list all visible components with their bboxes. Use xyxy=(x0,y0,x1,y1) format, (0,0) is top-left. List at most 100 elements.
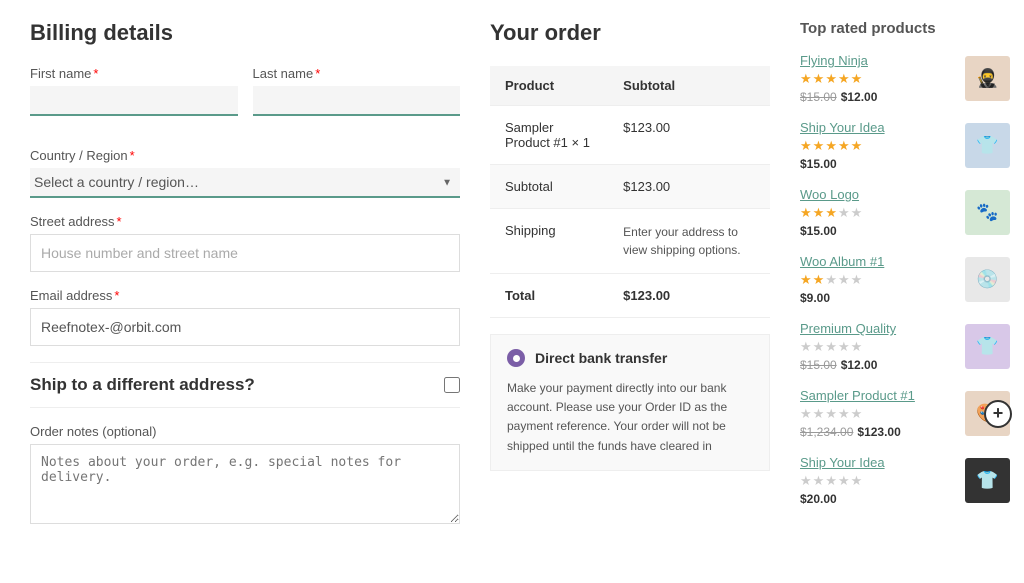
star-icon: ★ xyxy=(800,339,813,354)
product-link[interactable]: Woo Album #1 xyxy=(800,254,955,269)
price-new: $123.00 xyxy=(857,425,900,439)
price-old: $15.00 xyxy=(800,90,837,104)
product-price: $9.00 xyxy=(800,291,955,305)
product-link[interactable]: Ship Your Idea xyxy=(800,120,955,135)
price-new: $20.00 xyxy=(800,492,837,506)
last-name-input[interactable] xyxy=(253,86,461,116)
star-icon: ★ xyxy=(825,473,838,488)
sidebar-title: Top rated products xyxy=(800,20,1010,37)
order-shipping-row: Shipping Enter your address to view ship… xyxy=(490,209,770,274)
product-link[interactable]: Sampler Product #1 xyxy=(800,388,955,403)
product-thumbnail: 💿 xyxy=(965,257,1010,302)
star-icon: ★ xyxy=(825,339,838,354)
total-label: Total xyxy=(490,274,608,318)
star-icon: ★ xyxy=(851,473,864,488)
product-thumbnail: 👕 xyxy=(965,458,1010,503)
price-old: $15.00 xyxy=(800,358,837,372)
shipping-value: Enter your address to view shipping opti… xyxy=(608,209,770,274)
product-info: Ship Your Idea ★★★★★ $20.00 xyxy=(800,455,955,506)
order-title: Your order xyxy=(490,20,770,46)
order-item-row: Sampler Product #1 × 1 $123.00 xyxy=(490,106,770,165)
payment-section: Direct bank transfer Make your payment d… xyxy=(490,334,770,471)
product-stars: ★★★★★ xyxy=(800,71,955,87)
billing-section: Billing details First name* Last name* C… xyxy=(30,20,460,540)
shipping-label: Shipping xyxy=(490,209,608,274)
price-new: $9.00 xyxy=(800,291,830,305)
star-icon: ★ xyxy=(800,205,813,220)
order-item-subtotal: $123.00 xyxy=(608,106,770,165)
star-icon: ★ xyxy=(825,272,838,287)
product-info: Premium Quality ★★★★★ $15.00$12.00 xyxy=(800,321,955,372)
star-icon: ★ xyxy=(838,339,851,354)
star-icon: ★ xyxy=(825,205,838,220)
payment-radio[interactable] xyxy=(507,349,525,367)
col-subtotal: Subtotal xyxy=(608,66,770,106)
product-link[interactable]: Woo Logo xyxy=(800,187,955,202)
star-icon: ★ xyxy=(813,205,826,220)
product-stars: ★★★★★ xyxy=(800,473,955,489)
star-icon: ★ xyxy=(851,272,864,287)
payment-option-label: Direct bank transfer xyxy=(535,350,667,366)
product-link[interactable]: Flying Ninja xyxy=(800,53,955,68)
product-item: Ship Your Idea ★★★★★ $20.00 👕 xyxy=(800,455,1010,506)
product-price: $15.00$12.00 xyxy=(800,358,955,372)
first-name-label: First name* xyxy=(30,66,238,81)
star-icon: ★ xyxy=(813,71,826,86)
payment-description: Make your payment directly into our bank… xyxy=(507,379,753,456)
product-item: Premium Quality ★★★★★ $15.00$12.00 👕 xyxy=(800,321,1010,372)
order-notes-textarea[interactable] xyxy=(30,444,460,524)
email-input[interactable] xyxy=(30,308,460,346)
order-table: Product Subtotal Sampler Product #1 × 1 … xyxy=(490,66,770,318)
ship-different-label: Ship to a different address? xyxy=(30,375,255,395)
add-to-cart-button[interactable]: + xyxy=(984,400,1012,428)
product-stars: ★★★★★ xyxy=(800,339,955,355)
price-old: $1,234.00 xyxy=(800,425,853,439)
col-product: Product xyxy=(490,66,608,106)
order-item-name: Sampler Product #1 × 1 xyxy=(490,106,608,165)
order-total-row: Total $123.00 xyxy=(490,274,770,318)
star-icon: ★ xyxy=(813,406,826,421)
product-info: Flying Ninja ★★★★★ $15.00 $12.00 xyxy=(800,53,955,104)
star-icon: ★ xyxy=(851,339,864,354)
product-item: Sampler Product #1 ★★★★★ $1,234.00 $123.0… xyxy=(800,388,1010,439)
subtotal-label: Subtotal xyxy=(490,165,608,209)
product-price: $15.00 $12.00 xyxy=(800,90,955,104)
price-new: $15.00 xyxy=(800,224,837,238)
billing-title: Billing details xyxy=(30,20,460,46)
products-list: Flying Ninja ★★★★★ $15.00$12.00 🥷 Ship Y… xyxy=(800,53,1010,506)
product-link[interactable]: Ship Your Idea xyxy=(800,455,955,470)
product-thumbnail: 👕 xyxy=(965,123,1010,168)
star-icon: ★ xyxy=(800,138,813,153)
product-info: Ship Your Idea ★★★★★ $15.00 xyxy=(800,120,955,171)
price-new: $12.00 xyxy=(841,90,878,104)
first-name-input[interactable] xyxy=(30,86,238,116)
product-item: Ship Your Idea ★★★★★ $15.00 👕 xyxy=(800,120,1010,171)
star-icon: ★ xyxy=(825,406,838,421)
product-stars: ★★★★★ xyxy=(800,138,955,154)
street-label: Street address* xyxy=(30,214,460,229)
product-info: Woo Album #1 ★★★★★ $9.00 xyxy=(800,254,955,305)
product-info: Woo Logo ★★★★★ $15.00 xyxy=(800,187,955,238)
star-icon: ★ xyxy=(813,138,826,153)
order-subtotal-row: Subtotal $123.00 xyxy=(490,165,770,209)
ship-different-section: Ship to a different address? xyxy=(30,362,460,408)
product-stars: ★★★★★ xyxy=(800,406,955,422)
total-value: $123.00 xyxy=(608,274,770,318)
star-icon: ★ xyxy=(800,71,813,86)
star-icon: ★ xyxy=(813,473,826,488)
street-input[interactable] xyxy=(30,234,460,272)
star-icon: ★ xyxy=(851,138,864,153)
product-price: $1,234.00 $123.00 xyxy=(800,425,955,439)
star-icon: ★ xyxy=(800,406,813,421)
product-item: Flying Ninja ★★★★★ $15.00$12.00 🥷 xyxy=(800,53,1010,104)
star-icon: ★ xyxy=(825,71,838,86)
star-icon: ★ xyxy=(800,272,813,287)
star-icon: ★ xyxy=(851,406,864,421)
ship-different-checkbox[interactable] xyxy=(444,377,460,393)
product-thumbnail: 🐾 xyxy=(965,190,1010,235)
star-icon: ★ xyxy=(800,473,813,488)
subtotal-value: $123.00 xyxy=(608,165,770,209)
product-link[interactable]: Premium Quality xyxy=(800,321,955,336)
star-icon: ★ xyxy=(838,272,851,287)
country-select[interactable]: Select a country / region… xyxy=(30,168,460,198)
